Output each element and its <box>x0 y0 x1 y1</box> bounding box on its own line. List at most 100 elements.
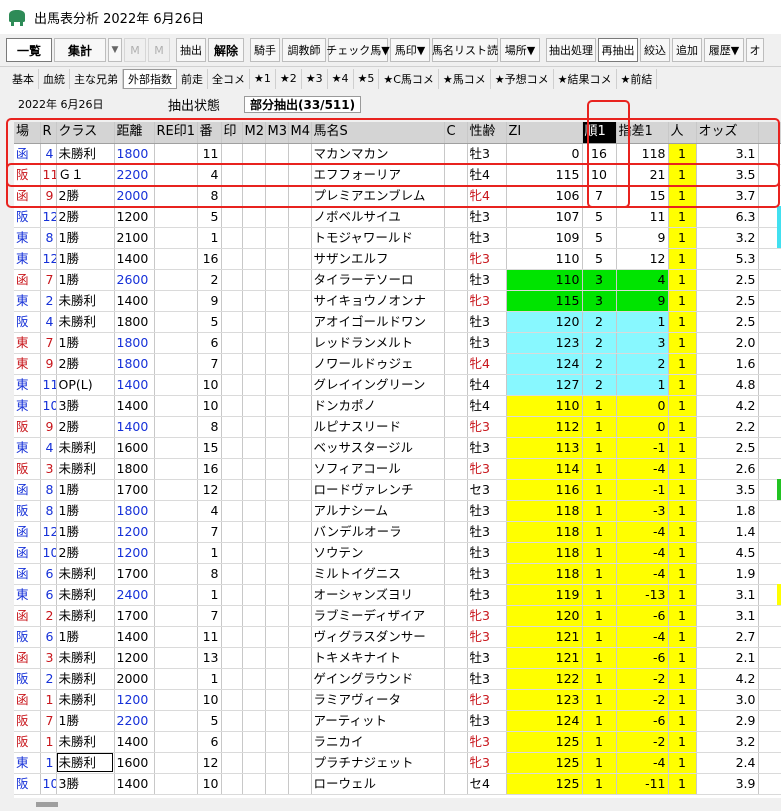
column-header-in[interactable]: 印 <box>221 122 243 144</box>
table-row[interactable]: 函 2 未勝利 1700 7 ラブミーディザイア 牝3 120 1 -6 1 3.1 <box>14 605 781 627</box>
toolbar-button-tsuika[interactable]: 追加 <box>672 38 702 62</box>
table-row[interactable]: 東103勝140010ドンカポノ牡41101014.2 <box>14 395 781 417</box>
tab-12[interactable]: ★馬コメ <box>439 68 491 89</box>
cell-m3 <box>265 731 289 753</box>
column-header-ba[interactable]: 場 <box>14 122 41 144</box>
table-row[interactable]: 函 4 未勝利 1800 11 マカンマカン 牡3 0 16 118 1 3.1 <box>14 143 781 165</box>
tab-8[interactable]: ★3 <box>302 68 328 89</box>
table-row[interactable]: 東 1 未勝利 1600 12 プラチナジェット 牝3 125 1 -4 1 2.4 <box>14 752 781 774</box>
tab-5[interactable]: 全コメ <box>208 68 250 89</box>
toolbar-button-m2[interactable]: M <box>148 38 170 62</box>
tab-13[interactable]: ★予想コメ <box>491 68 554 89</box>
tab-bar: 基本 血統 主な兄弟 外部指数 前走 全コメ ★1 ★2 ★3 ★4 ★5 ★C馬コメ ★馬コメ ★予想コ… <box>0 66 781 90</box>
toolbar-button-rireki[interactable]: 履歴▼ <box>704 38 744 62</box>
tab-14[interactable]: ★結果コメ <box>554 68 617 89</box>
column-header-class[interactable]: クラス <box>56 122 115 144</box>
table-row[interactable]: 阪 7 1勝 2200 5 アーティット 牡3 124 1 -6 1 2.9 <box>14 710 781 732</box>
cell-jun: 3 <box>582 290 617 312</box>
table-row[interactable]: 東11OP(L)140010グレイイングリーン牡41272114.8 <box>14 374 781 396</box>
toolbar-button-drop1[interactable]: ▼ <box>108 38 122 62</box>
toolbar-button-basho[interactable]: 場所▼ <box>500 38 540 62</box>
table-row[interactable]: 函 8 1勝 1700 12 ロードヴァレンチ セ3 116 1 -1 1 3.5 <box>14 479 781 501</box>
scrollbar-thumb[interactable] <box>36 802 58 807</box>
table-row[interactable]: 函 7 1勝 2600 2 タイラーテソーロ 牡3 110 3 4 1 2.5 <box>14 269 781 291</box>
tab-11[interactable]: ★C馬コメ <box>379 68 439 89</box>
tab-6[interactable]: ★1 <box>250 68 276 89</box>
toolbar-button-shukei[interactable]: 集計 <box>54 38 106 62</box>
toolbar-button-chushutsu[interactable]: 抽出 <box>176 38 206 62</box>
tab-1[interactable]: 血統 <box>39 68 70 89</box>
tab-9[interactable]: ★4 <box>328 68 354 89</box>
cell-shisa: -4 <box>616 752 669 774</box>
column-header-kyori[interactable]: 距離 <box>114 122 155 144</box>
table-row[interactable]: 阪 3 未勝利 1800 16 ソフィアコール 牝3 114 1 -4 1 2.6 <box>14 458 781 480</box>
tab-7[interactable]: ★2 <box>276 68 302 89</box>
column-header-c[interactable]: C <box>444 122 468 144</box>
table-row[interactable]: 東 7 1勝 1800 6 レッドランメルト 牡3 123 2 3 1 2.0 <box>14 332 781 354</box>
toolbar-button-check[interactable]: チェック馬▼ <box>326 38 390 62</box>
cell-r: 11 <box>40 164 57 186</box>
column-header-seirei[interactable]: 性齢 <box>467 122 507 144</box>
table-row[interactable]: 阪 9 2勝 1400 8 ルピナスリード 牝3 112 1 0 1 2.2 <box>14 416 781 438</box>
toolbar-button-bashirushi[interactable]: 馬印▼ <box>390 38 430 62</box>
column-header-m4[interactable]: M4 <box>288 122 312 144</box>
table-row[interactable]: 阪 6 1勝 1400 11 ヴィグラスダンサー 牝3 121 1 -4 1 2.7 <box>14 626 781 648</box>
cell-m4 <box>288 332 312 354</box>
tab-3[interactable]: 外部指数 <box>123 68 177 89</box>
cell-m2 <box>242 164 266 186</box>
column-header-name[interactable]: 馬名S <box>311 122 445 144</box>
tab-10[interactable]: ★5 <box>354 68 380 89</box>
table-row[interactable]: 東 9 2勝 1800 7 ノワールドゥジェ 牝4 124 2 2 1 1.6 <box>14 353 781 375</box>
table-row[interactable]: 東 4 未勝利 1600 15 ベッサスタージル 牡3 113 1 -1 1 2.5 <box>14 437 781 459</box>
table-row[interactable]: 阪 8 1勝 1800 4 アルナシーム 牡3 118 1 -3 1 1.8 <box>14 500 781 522</box>
toolbar-button-saichushutsu[interactable]: 再抽出 <box>598 38 638 62</box>
table-row[interactable]: 阪 4 未勝利 1800 5 アオイゴールドワン 牡3 120 2 1 1 2.5 <box>14 311 781 333</box>
column-header-r[interactable]: R <box>40 122 57 144</box>
tab-15[interactable]: ★前結 <box>617 68 658 89</box>
toolbar-button-chushutsushori[interactable]: 抽出処理 <box>546 38 596 62</box>
cell-rei <box>154 584 198 606</box>
table-row[interactable]: 函 6 未勝利 1700 8 ミルトイグニス 牡3 118 1 -4 1 1.9 <box>14 563 781 585</box>
toolbar-button-shiborikomi[interactable]: 絞込 <box>640 38 670 62</box>
toolbar-button-kishu[interactable]: 騎手 <box>250 38 280 62</box>
cell-name: マカンマカン <box>311 143 445 165</box>
column-header-shisa[interactable]: 指差1 <box>616 122 669 144</box>
column-header-nin[interactable]: 人 <box>668 122 697 144</box>
table-row[interactable]: 阪11Ｇ１2200 4 エフフォーリア牡4115102113.5 <box>14 164 781 186</box>
column-header-jun[interactable]: 順1 <box>582 122 617 144</box>
toolbar-button-m1[interactable]: M <box>124 38 146 62</box>
column-header-ban[interactable]: 番 <box>197 122 222 144</box>
table-row[interactable]: 阪 1 未勝利 1400 6 ラニカイ 牝3 125 1 -2 1 3.2 <box>14 731 781 753</box>
toolbar-button-more[interactable]: オ <box>746 38 764 62</box>
toolbar-button-kaijo[interactable]: 解除 <box>208 38 244 62</box>
column-header-rei[interactable]: RE印1 <box>154 122 198 144</box>
column-header-odds[interactable]: オッズ <box>696 122 759 144</box>
tab-0[interactable]: 基本 <box>8 68 39 89</box>
column-header-m3[interactable]: M3 <box>265 122 289 144</box>
toolbar-button-bameilist[interactable]: 馬名リスト読 <box>432 38 498 62</box>
race-grid[interactable]: 場 R クラス 距離 RE印1 番印 M2 M3 M4 馬名S C 性齢 ZI 順1 指差1 人オッズ 函4未… <box>14 122 781 798</box>
table-row[interactable]: 函 9 2勝 2000 8 プレミアエンブレム 牝4 106 7 15 1 3.7 <box>14 185 781 207</box>
table-row[interactable]: 函 1 未勝利 1200 10 ラミアヴィータ 牝3 123 1 -2 1 3.0 <box>14 689 781 711</box>
table-row[interactable]: 阪 2 未勝利 2000 1 ゲイングラウンド 牡3 122 1 -2 1 4.2 <box>14 668 781 690</box>
table-row[interactable]: 東121勝140016サザンエルフ牝311051215.3 <box>14 248 781 270</box>
table-row[interactable]: 阪103勝140010ローウェルセ41251-1113.9 <box>14 773 781 795</box>
table-row[interactable]: 東 2 未勝利 1400 9 サイキョウノオンナ 牝3 115 3 9 1 2.5 <box>14 290 781 312</box>
toolbar-button-ichiran[interactable]: 一覧 <box>6 38 52 62</box>
cell-m2 <box>242 143 266 165</box>
tab-2[interactable]: 主な兄弟 <box>70 68 123 89</box>
table-row[interactable]: 函 3 未勝利 1200 13 トキメキナイト 牡3 121 1 -6 1 2.1 <box>14 647 781 669</box>
cell-jun: 2 <box>582 311 617 333</box>
tab-4[interactable]: 前走 <box>177 68 208 89</box>
horizontal-scrollbar[interactable] <box>14 798 781 811</box>
column-header-extra[interactable] <box>758 122 781 144</box>
table-row[interactable]: 東 6 未勝利 2400 1 オーシャンズヨリ 牡3 119 1 -13 1 3.1 <box>14 584 781 606</box>
table-row[interactable]: 阪122勝12005ノボベルサイユ牡310751116.3 <box>14 206 781 228</box>
cell-name: レッドランメルト <box>311 332 445 354</box>
table-row[interactable]: 函102勝12001ソウテン牡31181-414.5 <box>14 542 781 564</box>
table-row[interactable]: 東 8 1勝 2100 1 トモジャワールド 牡3 109 5 9 1 3.2 <box>14 227 781 249</box>
toolbar-button-chokyo[interactable]: 調教師 <box>282 38 326 62</box>
column-header-m2[interactable]: M2 <box>242 122 266 144</box>
table-row[interactable]: 函121勝12007バンデルオーラ牡31181-411.4 <box>14 521 781 543</box>
column-header-zi[interactable]: ZI <box>506 122 583 144</box>
